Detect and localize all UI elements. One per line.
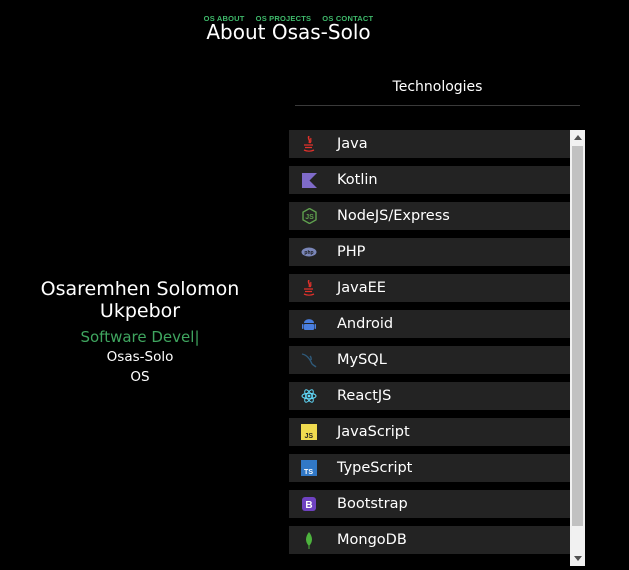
profile-role-typewriter: Software Devel|: [0, 328, 280, 346]
tech-item-bootstrap[interactable]: B Bootstrap: [289, 490, 570, 518]
tech-item-kotlin[interactable]: Kotlin: [289, 166, 570, 194]
tech-item-label: Android: [337, 316, 394, 332]
tech-item-label: Java: [337, 136, 368, 152]
tech-item-label: JavaEE: [337, 280, 386, 296]
tech-item-javascript[interactable]: JS JavaScript: [289, 418, 570, 446]
tech-item-nodejs-express[interactable]: JS NodeJS/Express: [289, 202, 570, 230]
profile-name: Osaremhen Solomon Ukpebor: [40, 278, 240, 322]
svg-text:TS: TS: [304, 469, 313, 476]
tech-item-label: ReactJS: [337, 388, 392, 404]
technologies-list[interactable]: Java Kotlin JS NodeJS/Express php PHP JavaEE An…: [289, 130, 570, 566]
profile-handle: Osas-Solo: [106, 349, 174, 365]
android-icon: [301, 316, 317, 332]
scrollbar-thumb[interactable]: [572, 146, 583, 526]
svg-text:php: php: [304, 250, 313, 256]
kotlin-icon: [301, 172, 317, 188]
nodejs-icon: JS: [301, 208, 317, 224]
javascript-icon: JS: [301, 424, 317, 440]
tech-item-label: NodeJS/Express: [337, 208, 450, 224]
profile-panel: Osaremhen Solomon Ukpebor Software Devel…: [0, 278, 280, 385]
tech-item-android[interactable]: Android: [289, 310, 570, 338]
mysql-icon: [301, 352, 317, 368]
technologies-scrollbar[interactable]: [570, 130, 585, 566]
tech-item-reactjs[interactable]: ReactJS: [289, 382, 570, 410]
scroll-down-arrow-icon[interactable]: [570, 551, 585, 566]
tech-item-mysql[interactable]: MySQL: [289, 346, 570, 374]
typing-caret: |: [194, 328, 200, 346]
react-icon: [301, 388, 317, 404]
tech-item-typescript[interactable]: TS TypeScript: [289, 454, 570, 482]
tech-item-java[interactable]: Java: [289, 130, 570, 158]
tech-item-php[interactable]: php PHP: [289, 238, 570, 266]
tech-item-label: TypeScript: [337, 460, 413, 476]
technologies-heading: Technologies: [392, 79, 483, 95]
typescript-icon: TS: [301, 460, 317, 476]
tech-item-label: Bootstrap: [337, 496, 408, 512]
tech-item-label: Kotlin: [337, 172, 378, 188]
svg-text:B: B: [305, 500, 312, 511]
technologies-divider: [295, 105, 580, 106]
page-title: About Osas-Solo: [206, 20, 371, 44]
mongodb-icon: [301, 531, 317, 549]
profile-initials: OS: [130, 369, 150, 385]
tech-item-label: MySQL: [337, 352, 387, 368]
tech-item-mongodb[interactable]: MongoDB: [289, 526, 570, 554]
profile-role-text: Software Devel: [80, 328, 195, 346]
scroll-up-arrow-icon[interactable]: [570, 130, 585, 145]
tech-item-javaee[interactable]: JavaEE: [289, 274, 570, 302]
java-icon: [301, 136, 317, 152]
php-icon: php: [301, 244, 317, 260]
svg-text:JS: JS: [305, 214, 314, 221]
tech-item-label: MongoDB: [337, 532, 407, 548]
tech-item-label: PHP: [337, 244, 366, 260]
svg-text:JS: JS: [304, 433, 313, 440]
java-icon: [301, 280, 317, 296]
bootstrap-icon: B: [301, 496, 317, 512]
tech-item-label: JavaScript: [337, 424, 410, 440]
